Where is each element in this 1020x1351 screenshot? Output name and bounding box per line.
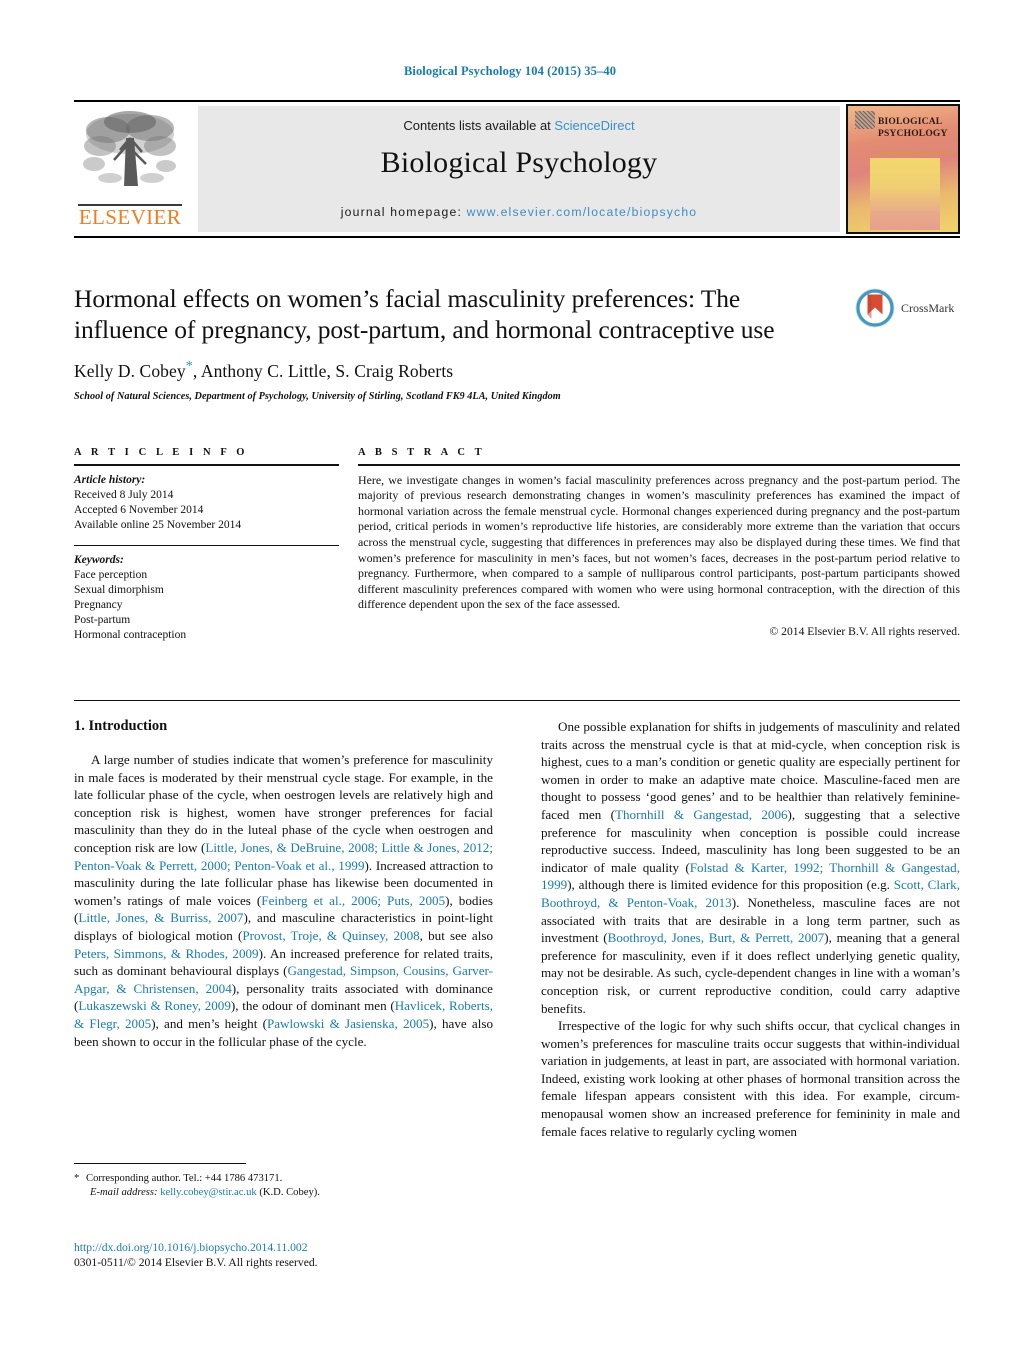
running-head: Biological Psychology 104 (2015) 35–40 — [403, 64, 617, 78]
citation-link[interactable]: Feinberg et al., 2006; Puts, 2005 — [261, 893, 445, 908]
title-block: Hormonal effects on women’s facial mascu… — [74, 283, 840, 402]
author-rest: , Anthony C. Little, S. Craig Roberts — [192, 360, 454, 381]
article-history-item: Received 8 July 2014 — [74, 488, 174, 501]
homepage-prefix: journal homepage: — [340, 205, 467, 219]
section-heading-introduction: 1. Introduction — [74, 718, 168, 734]
email-address-label: E-mail address: — [90, 1187, 158, 1198]
abstract-rule — [358, 464, 960, 466]
contents-panel: Contents lists available at ScienceDirec… — [198, 106, 840, 232]
cover-title-line-2: PSYCHOLOGY — [878, 129, 948, 139]
corresponding-marker[interactable]: * — [186, 359, 193, 374]
citation-link[interactable]: Little, Jones, & Burriss, 2007 — [78, 910, 243, 925]
journal-cover-thumbnail: BIOLOGICAL PSYCHOLOGY — [846, 104, 960, 234]
article-info-column: A R T I C L E I N F O Article history: R… — [74, 447, 339, 643]
body-paragraph: Irrespective of the logic for why such s… — [541, 1017, 960, 1140]
body-paragraph: One possible explanation for shifts in j… — [541, 718, 960, 1017]
abstract-heading: A B S T R A C T — [358, 447, 486, 458]
body-text: ), and men’s height ( — [151, 1015, 267, 1031]
body-text: Irrespective of the logic for why such s… — [541, 1018, 960, 1139]
elsevier-logo: ELSEVIER — [74, 106, 186, 232]
author-list: Kelly D. Cobey*, Anthony C. Little, S. C… — [74, 359, 840, 382]
article-info-rule — [74, 464, 339, 466]
section-divider-rule — [74, 700, 960, 702]
cover-title-line-1: BIOLOGICAL — [878, 117, 943, 127]
masthead-bottom-rule — [74, 236, 960, 238]
abstract-text: Here, we investigate changes in women’s … — [358, 472, 960, 612]
journal-homepage-line: journal homepage: www.elsevier.com/locat… — [198, 205, 840, 219]
keyword-item: Sexual dimorphism — [74, 583, 164, 596]
citation-link[interactable]: Peters, Simmons, & Rhodes, 2009 — [74, 946, 259, 961]
masthead-top-rule — [74, 100, 960, 102]
keyword-item: Face perception — [74, 568, 148, 581]
citation-link[interactable]: Thornhill & Gangestad, 2006 — [615, 807, 788, 822]
article-history-label: Article history: — [74, 473, 146, 486]
abstract-column: A B S T R A C T Here, we investigate cha… — [358, 447, 960, 638]
issn-copyright-line: 0301-0511/© 2014 Elsevier B.V. All right… — [74, 1256, 318, 1269]
cover-title: BIOLOGICAL PSYCHOLOGY — [878, 116, 956, 140]
article-history-item: Accepted 6 November 2014 — [74, 503, 204, 516]
elsevier-tree-icon — [83, 111, 176, 186]
contents-prefix: Contents lists available at — [403, 118, 555, 133]
journal-name: Biological Psychology — [380, 146, 658, 179]
citation-link[interactable]: Pawlowski & Jasienska, 2005 — [267, 1016, 429, 1031]
body-paragraph: A large number of studies indicate that … — [74, 751, 493, 1050]
footer-doi-block: http://dx.doi.org/10.1016/j.biopsycho.20… — [74, 1240, 574, 1270]
footnote-email-line: E-mail address: kelly.cobey@stir.ac.uk (… — [74, 1186, 493, 1200]
citation-link[interactable]: Provost, Troje, & Quinsey, 2008 — [242, 928, 419, 943]
keywords-label: Keywords: — [74, 553, 124, 566]
copyright-line: © 2014 Elsevier B.V. All rights reserved… — [769, 624, 960, 638]
journal-homepage-link[interactable]: www.elsevier.com/locate/biopsycho — [467, 205, 698, 219]
page-title: Hormonal effects on women’s facial mascu… — [74, 284, 775, 344]
keyword-item: Hormonal contraception — [74, 628, 187, 641]
article-info-heading: A R T I C L E I N F O — [74, 447, 249, 458]
article-page: Biological Psychology 104 (2015) 35–40 E… — [0, 0, 1020, 1351]
body-column-right: One possible explanation for shifts in j… — [541, 718, 960, 1140]
crossmark-icon[interactable] — [855, 288, 895, 328]
sciencedirect-link[interactable]: ScienceDirect — [554, 118, 634, 133]
footnote-corresponding-text: Corresponding author. Tel.: +44 1786 473… — [86, 1173, 283, 1184]
elsevier-wordmark: ELSEVIER — [78, 205, 182, 229]
footnote-rule — [74, 1163, 246, 1164]
contents-available-line: Contents lists available at ScienceDirec… — [198, 118, 840, 133]
email-owner: (K.D. Cobey). — [259, 1187, 320, 1198]
body-text: ), the odour of dominant men ( — [230, 998, 395, 1014]
crossmark-badge-group[interactable]: CrossMark — [855, 288, 960, 330]
article-history-item: Available online 25 November 2014 — [74, 518, 242, 531]
email-link[interactable]: kelly.cobey@stir.ac.uk — [160, 1187, 256, 1198]
body-text: , but see also — [419, 927, 493, 943]
journal-masthead: ELSEVIER Contents lists available at Sci… — [74, 100, 960, 234]
citation-link[interactable]: Lukaszewski & Roney, 2009 — [78, 998, 231, 1013]
cover-publisher-icon — [855, 111, 875, 129]
cover-art-panel — [870, 158, 940, 230]
crossmark-label: CrossMark — [901, 301, 955, 315]
author-corresponding: Kelly D. Cobey — [74, 360, 186, 381]
keywords-rule — [74, 544, 339, 546]
body-column-left: 1. Introduction A large number of studie… — [74, 718, 493, 1050]
doi-link[interactable]: http://dx.doi.org/10.1016/j.biopsycho.20… — [74, 1240, 574, 1255]
affiliation: School of Natural Sciences, Department o… — [74, 390, 561, 402]
citation-link[interactable]: Boothroyd, Jones, Burt, & Perrett, 2007 — [608, 930, 825, 945]
footnote-corresponding-line: * Corresponding author. Tel.: +44 1786 47… — [74, 1172, 493, 1186]
keyword-item: Pregnancy — [74, 598, 123, 611]
body-text: ), although there is limited evidence fo… — [567, 877, 894, 893]
footnote-marker: * — [74, 1173, 80, 1184]
cover-title-underline — [878, 153, 956, 154]
footnote-block: * Corresponding author. Tel.: +44 1786 47… — [74, 1172, 493, 1200]
keyword-item: Post-partum — [74, 613, 131, 626]
